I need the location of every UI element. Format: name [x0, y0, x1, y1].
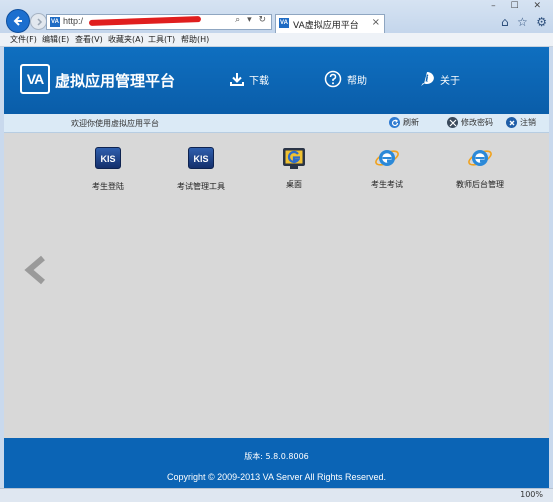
- app-title: 虚拟应用管理平台: [55, 72, 176, 90]
- forward-button[interactable]: [30, 13, 47, 30]
- menu-bar: 文件(F) 编辑(E) 查看(V) 收藏夹(A) 工具(T) 帮助(H): [0, 33, 553, 47]
- nav-about[interactable]: i 关于: [419, 69, 460, 89]
- kis-icon: KIS: [95, 147, 121, 173]
- app-label: 桌面: [286, 180, 302, 189]
- logout-button[interactable]: 注销: [506, 117, 536, 128]
- nav-download-label: 下载: [249, 75, 269, 87]
- page-content: VA 虚拟应用管理平台 下载 帮助 i 关于 欢迎你使用虚拟应用平台 刷新 修改…: [4, 47, 549, 488]
- gear-icon[interactable]: ⚙: [536, 15, 547, 29]
- nav-about-label: 关于: [440, 75, 460, 87]
- previous-page-arrow[interactable]: [21, 255, 51, 289]
- info-icon: i: [419, 71, 435, 87]
- arrow-right-icon: [36, 17, 42, 26]
- kis-icon: KIS: [188, 147, 214, 173]
- close-icon: [506, 117, 517, 128]
- app-item-student-exam[interactable]: 考生考试: [347, 145, 427, 190]
- site-header: VA 虚拟应用管理平台 下载 帮助 i 关于: [4, 47, 549, 114]
- copyright-text: Copyright © 2009-2013 VA Server All Righ…: [166, 472, 387, 482]
- chevron-left-icon: [24, 255, 45, 285]
- zoom-level[interactable]: 100%: [520, 490, 543, 499]
- ie-icon: [467, 145, 493, 171]
- kis-icon-text: KIS: [95, 147, 121, 169]
- menu-edit[interactable]: 编辑(E): [42, 34, 69, 45]
- address-bar[interactable]: VA http:/ ⌕ ▾ ↻: [46, 14, 272, 30]
- change-password-label: 修改密码: [461, 118, 493, 127]
- nav-download[interactable]: 下载: [230, 69, 269, 89]
- address-url: http:/: [63, 16, 84, 26]
- app-label: 考生登陆: [92, 182, 124, 191]
- status-bar: 100%: [0, 488, 553, 502]
- address-tools[interactable]: ⌕ ▾ ↻: [235, 15, 268, 25]
- refresh-button[interactable]: 刷新: [389, 117, 419, 128]
- app-label: 考试管理工具: [177, 182, 225, 191]
- site-footer: 版本: 5.8.0.8006 Copyright © 2009-2013 VA …: [4, 438, 549, 488]
- refresh-label: 刷新: [403, 118, 419, 127]
- ie-icon: [374, 145, 400, 171]
- nav-help[interactable]: 帮助: [324, 69, 367, 89]
- logout-label: 注销: [520, 118, 536, 127]
- site-favicon: VA: [50, 17, 60, 27]
- va-logo: VA: [20, 64, 50, 94]
- app-launcher: KIS 考生登陆 KIS 考试管理工具 桌面 考生考试 教师后台管理: [4, 145, 549, 205]
- welcome-text: 欢迎你使用虚拟应用平台: [71, 119, 159, 128]
- menu-view[interactable]: 查看(V): [75, 34, 103, 45]
- window-controls[interactable]: – ☐ ✕: [491, 1, 547, 11]
- star-icon[interactable]: ☆: [517, 15, 528, 29]
- wrench-icon: [447, 117, 458, 128]
- tab-title: VA虚拟应用平台: [293, 21, 359, 31]
- menu-file[interactable]: 文件(F): [10, 34, 37, 45]
- arrow-left-icon: [13, 16, 22, 26]
- tab-close-button[interactable]: ×: [372, 17, 380, 28]
- svg-text:i: i: [425, 75, 429, 85]
- nav-help-label: 帮助: [347, 75, 367, 87]
- refresh-icon: [389, 117, 400, 128]
- desktop-icon: [281, 145, 307, 171]
- download-icon: [230, 72, 244, 86]
- app-label: 考生考试: [371, 180, 403, 189]
- app-item-teacher-admin[interactable]: 教师后台管理: [440, 145, 520, 190]
- browser-toolbar-icons: ⌂ ☆ ⚙: [501, 14, 547, 30]
- change-password-button[interactable]: 修改密码: [447, 117, 493, 128]
- back-button[interactable]: [6, 9, 30, 33]
- app-item-desktop[interactable]: 桌面: [254, 145, 334, 190]
- app-label: 教师后台管理: [456, 180, 504, 189]
- home-icon[interactable]: ⌂: [501, 15, 509, 29]
- menu-favorites[interactable]: 收藏夹(A): [108, 34, 144, 45]
- version-text: 版本: 5.8.0.8006: [244, 452, 309, 461]
- browser-titlebar: VA http:/ ⌕ ▾ ↻ VA VA虚拟应用平台 × – ☐ ✕ ⌂ ☆ …: [0, 0, 553, 33]
- menu-help[interactable]: 帮助(H): [181, 34, 209, 45]
- menu-tools[interactable]: 工具(T): [148, 34, 175, 45]
- browser-window: VA http:/ ⌕ ▾ ↻ VA VA虚拟应用平台 × – ☐ ✕ ⌂ ☆ …: [0, 0, 553, 502]
- help-icon: [324, 70, 342, 88]
- app-item-exam-tool[interactable]: KIS 考试管理工具: [161, 145, 241, 192]
- redaction-mark: [88, 16, 202, 26]
- app-item-student-login[interactable]: KIS 考生登陆: [68, 145, 148, 192]
- kis-icon-text: KIS: [188, 147, 214, 169]
- browser-tab[interactable]: VA VA虚拟应用平台 ×: [275, 14, 385, 33]
- info-bar: 欢迎你使用虚拟应用平台 刷新 修改密码 注销: [4, 114, 549, 133]
- tab-favicon: VA: [279, 18, 289, 28]
